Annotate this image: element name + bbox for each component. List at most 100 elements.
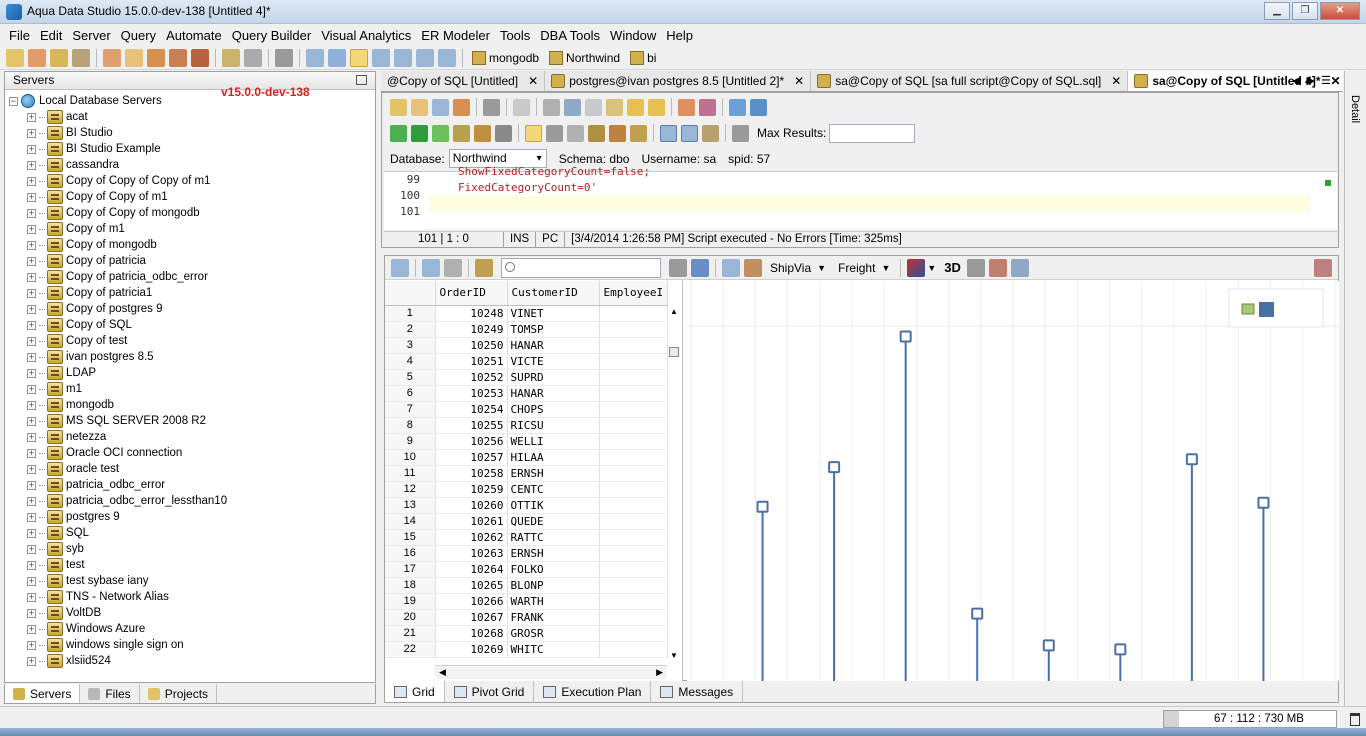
table-row[interactable]: 5 10252 SUPRD (385, 369, 668, 386)
list-view-icon[interactable] (394, 48, 412, 67)
connection-northwind[interactable]: Northwind (549, 50, 620, 65)
explain-icon[interactable] (474, 124, 491, 142)
edit-chart-icon[interactable] (744, 258, 762, 277)
cell-customerid[interactable]: OTTIK (507, 497, 600, 514)
expand-icon[interactable]: + (27, 640, 36, 650)
server-node[interactable]: + windows single sign on (5, 637, 375, 653)
cell-customerid[interactable]: WARTH (507, 593, 600, 610)
server-node[interactable]: + Copy of patricia_odbc_error (5, 269, 375, 285)
server-node[interactable]: + acat (5, 109, 375, 125)
cell-orderid[interactable]: 10254 (435, 401, 508, 418)
cell-customerid[interactable]: FRANK (507, 609, 600, 626)
cell-employeeid[interactable] (599, 609, 668, 626)
cell-customerid[interactable]: RICSU (507, 417, 600, 434)
tab-messages[interactable]: Messages (651, 681, 744, 702)
server-node[interactable]: + Copy of patricia (5, 253, 375, 269)
expand-icon[interactable]: + (27, 128, 36, 138)
redo-icon[interactable] (648, 98, 665, 116)
expand-icon[interactable]: + (27, 400, 36, 410)
server-node[interactable]: + m1 (5, 381, 375, 397)
expand-icon[interactable]: + (27, 224, 36, 234)
memory-indicator[interactable]: 67 : 112 : 730 MB (1163, 710, 1337, 728)
erase-icon[interactable] (191, 48, 209, 67)
cell-orderid[interactable]: 10257 (435, 449, 508, 466)
expand-icon[interactable]: + (27, 560, 36, 570)
query-window-icon[interactable] (103, 48, 121, 67)
server-node[interactable]: + SQL (5, 525, 375, 541)
new-server-icon[interactable] (6, 48, 24, 67)
y-axis-dropdown[interactable]: Freight ▼ (838, 261, 890, 275)
close-tab-icon[interactable]: ✕ (1111, 74, 1121, 88)
open-icon[interactable] (411, 98, 428, 116)
menu-query[interactable]: Query (116, 28, 161, 43)
expand-icon[interactable]: + (27, 464, 36, 474)
close-tab-icon[interactable]: ✕ (528, 74, 538, 88)
cell-customerid[interactable]: FOLKO (507, 561, 600, 578)
cut-icon[interactable] (564, 98, 581, 116)
cell-orderid[interactable]: 10261 (435, 513, 508, 530)
expand-icon[interactable]: + (27, 480, 36, 490)
axis-icon[interactable] (988, 258, 1007, 277)
cell-employeeid[interactable] (599, 401, 668, 418)
expand-icon[interactable]: + (27, 256, 36, 266)
garbage-collect-icon[interactable] (1350, 713, 1360, 726)
tile-view-icon[interactable] (328, 48, 346, 67)
restore-panel-icon[interactable] (356, 75, 367, 85)
menu-er-modeler[interactable]: ER Modeler (416, 28, 495, 43)
server-node[interactable]: + TNS - Network Alias (5, 589, 375, 605)
cell-orderid[interactable]: 10269 (435, 641, 508, 658)
tab-prev-icon[interactable]: ◀ (1292, 74, 1300, 87)
server-node[interactable]: + MS SQL SERVER 2008 R2 (5, 413, 375, 429)
split-view-icon[interactable] (372, 48, 390, 67)
expand-icon[interactable]: + (27, 544, 36, 554)
chevron-down-icon[interactable]: ▼ (927, 263, 936, 273)
cell-customerid[interactable]: VINET (507, 305, 600, 322)
server-node[interactable]: + Copy of postgres 9 (5, 301, 375, 317)
table-row[interactable]: 15 10262 RATTC (385, 529, 668, 546)
expand-icon[interactable]: + (27, 384, 36, 394)
cell-employeeid[interactable] (599, 337, 668, 354)
menu-visual-analytics[interactable]: Visual Analytics (316, 28, 416, 43)
expand-icon[interactable]: + (27, 240, 36, 250)
server-node[interactable]: + mongodb (5, 397, 375, 413)
rollback-icon[interactable] (567, 124, 584, 142)
cell-employeeid[interactable] (599, 417, 668, 434)
cell-customerid[interactable]: BLONP (507, 577, 600, 594)
table-row[interactable]: 12 10259 CENTC (385, 481, 668, 498)
expand-icon[interactable]: + (27, 112, 36, 122)
table-row[interactable]: 9 10256 WELLI (385, 433, 668, 450)
expand-icon[interactable]: + (27, 320, 36, 330)
cell-orderid[interactable]: 10259 (435, 481, 508, 498)
expand-icon[interactable]: + (27, 432, 36, 442)
stop-icon[interactable] (495, 124, 512, 142)
tab-files[interactable]: Files (80, 684, 140, 703)
table-row[interactable]: 22 10269 WHITC (385, 641, 668, 658)
print-icon[interactable] (483, 98, 500, 116)
expand-icon[interactable]: + (27, 368, 36, 378)
edit-server-icon[interactable] (28, 48, 46, 67)
color-palette-icon[interactable] (907, 258, 926, 277)
server-node[interactable]: + Copy of mongodb (5, 237, 375, 253)
expand-icon[interactable]: + (27, 192, 36, 202)
table-row[interactable]: 1 10248 VINET (385, 305, 668, 322)
results-grid-icon[interactable] (660, 124, 677, 142)
layout-icon[interactable] (722, 258, 740, 277)
grid-view-icon[interactable] (306, 48, 324, 67)
expand-icon[interactable]: + (27, 288, 36, 298)
cell-employeeid[interactable] (599, 513, 668, 530)
table-row[interactable]: 14 10261 QUEDE (385, 513, 668, 530)
replace-icon[interactable] (699, 98, 716, 116)
tab-view-icon[interactable] (416, 48, 434, 67)
scroll-up-icon[interactable]: ▲ (670, 307, 678, 316)
server-node[interactable]: + test (5, 557, 375, 573)
table-row[interactable]: 19 10266 WARTH (385, 593, 668, 610)
cell-orderid[interactable]: 10249 (435, 321, 508, 338)
auto-commit-icon[interactable] (525, 124, 542, 142)
format-icon[interactable] (729, 98, 746, 116)
code-lines[interactable]: ShowFixedCategoryCount=false; FixedCateg… (430, 165, 1310, 230)
expand-icon[interactable]: + (27, 656, 36, 666)
cell-orderid[interactable]: 10252 (435, 369, 508, 386)
expand-icon[interactable]: + (27, 144, 36, 154)
cell-employeeid[interactable] (599, 385, 668, 402)
cell-employeeid[interactable] (599, 593, 668, 610)
